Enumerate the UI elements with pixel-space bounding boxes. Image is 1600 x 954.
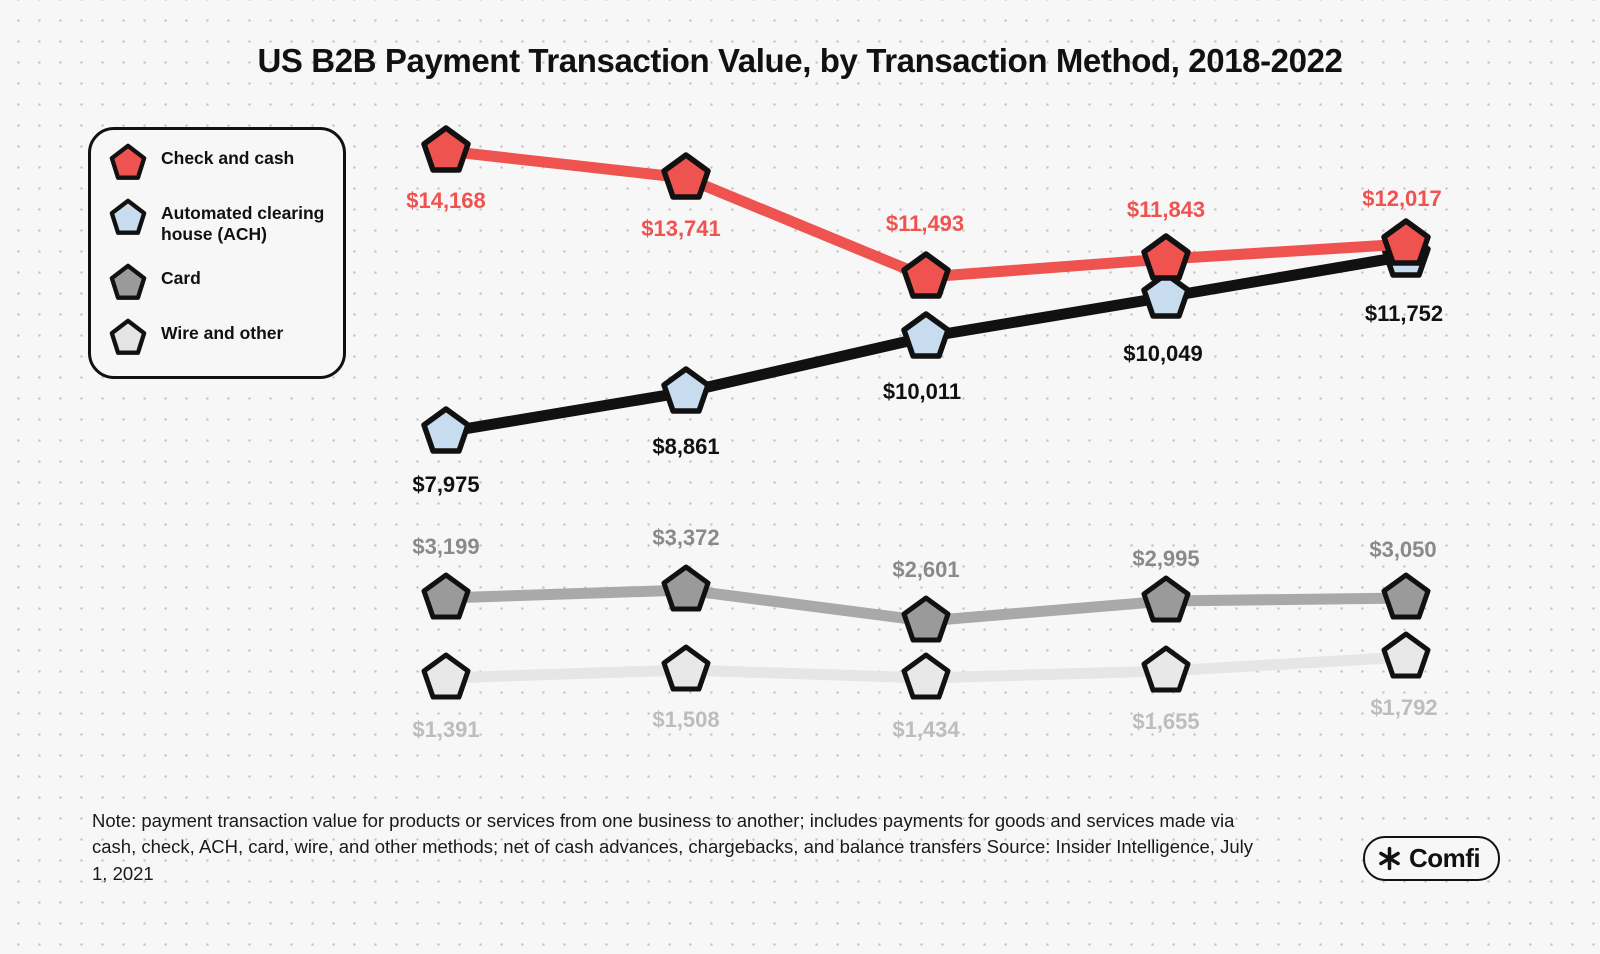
series-marker-wire[interactable] [1141, 645, 1191, 693]
series-marker-card[interactable] [1381, 572, 1431, 620]
data-label-card: $2,995 [1132, 546, 1200, 571]
series-marker-ach[interactable] [421, 406, 471, 454]
data-label-ach: $10,049 [1123, 341, 1203, 366]
data-label-wire-and-other: $1,508 [652, 707, 720, 732]
data-label-ach: $7,975 [412, 472, 480, 497]
series-marker-card[interactable] [421, 572, 471, 620]
asterisk-icon [1377, 846, 1402, 871]
infographic-root: US B2B Payment Transaction Value, by Tra… [0, 0, 1600, 954]
series-marker-wire[interactable] [901, 652, 951, 700]
data-label-ach: $10,011 [882, 379, 962, 404]
series-marker-wire[interactable] [661, 644, 711, 692]
series-marker-ach[interactable] [661, 366, 711, 414]
data-label-check-and-cash: $14,168 [406, 188, 486, 213]
series-marker-card[interactable] [661, 564, 711, 612]
data-label-check-and-cash: $12,017 [1362, 186, 1442, 211]
data-label-wire-and-other: $1,655 [1132, 709, 1200, 734]
data-label-ach: $11,752 [1364, 301, 1444, 326]
data-label-wire-and-other: $1,792 [1370, 695, 1438, 720]
series-marker-card[interactable] [1141, 575, 1191, 623]
brand-name: Comfi [1409, 843, 1481, 873]
series-marker-wire[interactable] [421, 652, 471, 700]
data-label-card: $2,601 [892, 557, 960, 582]
series-marker-card[interactable] [901, 595, 951, 643]
series-marker-check-and-cash[interactable] [421, 125, 471, 173]
data-label-card: $3,199 [412, 534, 480, 559]
data-label-card: $3,050 [1369, 537, 1437, 562]
data-label-wire-and-other: $1,434 [892, 717, 960, 742]
data-label-check-and-cash: $13,741 [641, 216, 721, 241]
series-marker-ach[interactable] [901, 311, 951, 359]
series-marker-check-and-cash[interactable] [1141, 233, 1191, 281]
series-marker-check-and-cash[interactable] [661, 152, 711, 200]
series-marker-check-and-cash[interactable] [1381, 218, 1431, 266]
brand-logo: Comfi [1363, 836, 1501, 881]
data-label-check-and-cash: $11,843 [1126, 197, 1206, 222]
data-label-card: $3,372 [652, 525, 720, 550]
data-label-wire-and-other: $1,391 [412, 717, 480, 742]
data-label-ach: $8,861 [652, 434, 720, 459]
series-wire-and-other [421, 631, 1431, 700]
chart-note: Note: payment transaction value for prod… [92, 810, 1253, 884]
data-label-check-and-cash: $11,493 [885, 211, 965, 236]
series-marker-wire[interactable] [1381, 631, 1431, 679]
series-marker-check-and-cash[interactable] [901, 251, 951, 299]
